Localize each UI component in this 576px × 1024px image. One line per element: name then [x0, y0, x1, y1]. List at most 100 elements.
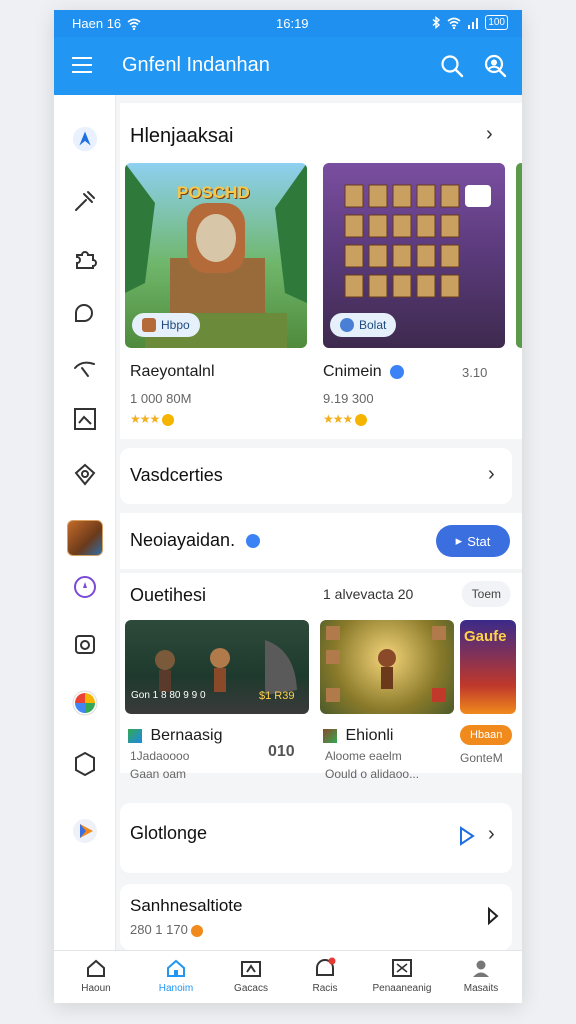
rail-hexagon-icon[interactable] — [71, 750, 99, 778]
coin-icon — [354, 413, 367, 426]
wifi-icon — [127, 18, 141, 30]
rail-trend-icon[interactable] — [71, 355, 99, 383]
notification-icon — [316, 957, 336, 976]
status-time: 16:19 — [276, 16, 309, 31]
game-tag-pill: Hbaan — [460, 725, 513, 745]
section-meta: 1 alvevacta 20 — [323, 586, 414, 602]
rail-chat-icon[interactable] — [71, 300, 99, 328]
profile-icon — [473, 960, 489, 977]
nav-games[interactable]: Gacacs — [216, 957, 286, 994]
game-meta: 1 000 80M — [130, 391, 192, 406]
game-rating: ★★★ — [130, 412, 174, 426]
chevron-right-icon[interactable]: › — [488, 463, 495, 486]
app-bar: Gnfenl Indanhan — [54, 37, 522, 95]
tag-shield-icon — [340, 318, 354, 332]
section-title: Vasdcerties — [130, 465, 223, 485]
tag-thumb-icon — [142, 318, 156, 332]
game-name[interactable]: Cnimein — [323, 363, 405, 381]
play-outline-icon[interactable] — [458, 825, 476, 847]
game-thumbnail[interactable]: Bolat — [323, 163, 505, 348]
game-banner-text: Gaufe — [464, 628, 507, 645]
cube-icon — [128, 728, 142, 743]
main-content: Hlenjaaksai › POSCHD Hbpo Raeyontalnl 1 … — [120, 95, 522, 950]
game-name[interactable]: Ehionli — [323, 727, 393, 745]
rail-camera-icon[interactable] — [71, 630, 99, 658]
game-name[interactable]: Bernaasig — [128, 727, 223, 745]
game-rating: ★★★ — [323, 412, 367, 426]
coin-icon — [191, 924, 204, 937]
signal-icon — [468, 17, 479, 29]
section-title: Ouetihesi — [130, 585, 207, 605]
store-icon — [167, 959, 185, 977]
section-title: Neoiayaidan. — [130, 530, 261, 551]
game-tag-pill: Bolat — [330, 313, 397, 337]
search-icon[interactable] — [439, 53, 465, 79]
rail-gallery-icon[interactable] — [71, 405, 99, 433]
game-name[interactable]: Raeyontalnl — [130, 363, 215, 381]
app-title: Gnfenl Indanhan — [122, 54, 270, 76]
start-button[interactable]: ▸ Stat — [436, 525, 510, 557]
featured-section: Hlenjaaksai › POSCHD Hbpo Raeyontalnl 1 … — [120, 103, 522, 439]
rail-shield-icon[interactable] — [71, 461, 99, 489]
neoiayaidan-row: Neoiayaidan. ▸ Stat — [120, 513, 522, 569]
game-tag-pill: Hbpo — [132, 313, 200, 337]
section-title: Sanhnesaltiote — [130, 896, 243, 915]
rail-logo-icon[interactable] — [71, 125, 99, 153]
game-meta: 9.19 300 — [323, 391, 374, 406]
team-pill[interactable]: Toem — [461, 581, 511, 607]
play-outline-icon[interactable] — [486, 906, 500, 926]
nav-home[interactable]: Haoun — [61, 957, 131, 994]
section-title: Hlenjaaksai — [130, 125, 234, 147]
games-icon — [241, 961, 261, 977]
cube-icon — [323, 728, 337, 743]
game-meta: Aloome eaelm — [325, 749, 402, 763]
rail-tools-icon[interactable] — [71, 187, 99, 215]
coin-icon — [161, 413, 174, 426]
status-bar: Haen 16 16:19 100 — [54, 10, 522, 37]
vasdcerties-row[interactable]: Vasdcerties › — [120, 448, 512, 504]
status-left-text: Haen 16 — [72, 16, 122, 31]
game-meta-secondary: Gaan oam — [130, 767, 187, 781]
verified-icon — [246, 534, 261, 549]
rail-photos-icon[interactable] — [71, 689, 99, 717]
rail-play-icon[interactable] — [71, 817, 99, 845]
account-search-icon[interactable] — [482, 53, 508, 79]
wifi-icon — [447, 17, 461, 29]
nav-store[interactable]: Hanoim — [141, 957, 211, 994]
game-badge: 010 — [268, 743, 295, 760]
game-meta: 1Jadaoooo — [130, 749, 190, 763]
ouetihesi-section: Ouetihesi 1 alvevacta 20 Toem Gon 1 8 80… — [120, 573, 522, 781]
chevron-right-icon[interactable]: › — [488, 823, 495, 846]
rail-game-avatar[interactable] — [67, 520, 103, 556]
nav-notifications[interactable]: Racis — [290, 957, 360, 994]
game-side-meta: 3.10 — [462, 365, 488, 380]
thumbnail-overlay-text: Gon 1 8 80 9 9 0 — [131, 690, 206, 701]
menu-icon[interactable] — [72, 57, 92, 73]
status-left: Haen 16 — [72, 16, 141, 31]
glotlonge-row[interactable]: Glotlonge › — [120, 803, 512, 873]
chevron-right-icon[interactable]: › — [486, 123, 493, 146]
section-meta: 280 1 170 — [130, 922, 204, 937]
rail-puzzle-icon[interactable] — [71, 245, 99, 273]
game-meta-secondary: Oould o alidaoo... — [325, 767, 420, 781]
game-thumbnail[interactable]: POSCHD Hbpo — [125, 163, 307, 348]
game-thumbnail[interactable] — [320, 620, 454, 714]
bottom-navigation: Haoun Hanoim Gacacs Racis Penaaneanig Ma… — [54, 950, 522, 1003]
sanhnesaltiote-row[interactable]: Sanhnesaltiote 280 1 170 — [120, 884, 512, 950]
game-meta: GonteM — [460, 751, 503, 765]
section-title: Glotlonge — [130, 823, 208, 843]
library-icon — [392, 959, 412, 977]
thumbnail-overlay-price: $1 R39 — [259, 690, 295, 702]
status-right: 100 — [432, 15, 508, 30]
rail-compass-icon[interactable] — [71, 573, 99, 601]
nav-profile[interactable]: Masaits — [446, 957, 516, 994]
game-thumbnail-partial[interactable]: Gaufe — [460, 620, 516, 714]
verified-icon — [390, 364, 405, 379]
play-icon: ▸ — [455, 533, 463, 548]
left-navigation-rail — [54, 95, 116, 950]
phone-screen: Haen 16 16:19 100 Gnfenl Indanhan Hlenja… — [54, 10, 522, 1003]
game-thumbnail-partial[interactable] — [516, 163, 522, 348]
home-icon — [87, 959, 105, 977]
game-thumbnail[interactable]: Gon 1 8 80 9 9 0 $1 R39 — [125, 620, 309, 714]
nav-library[interactable]: Penaaneanig — [367, 957, 437, 994]
